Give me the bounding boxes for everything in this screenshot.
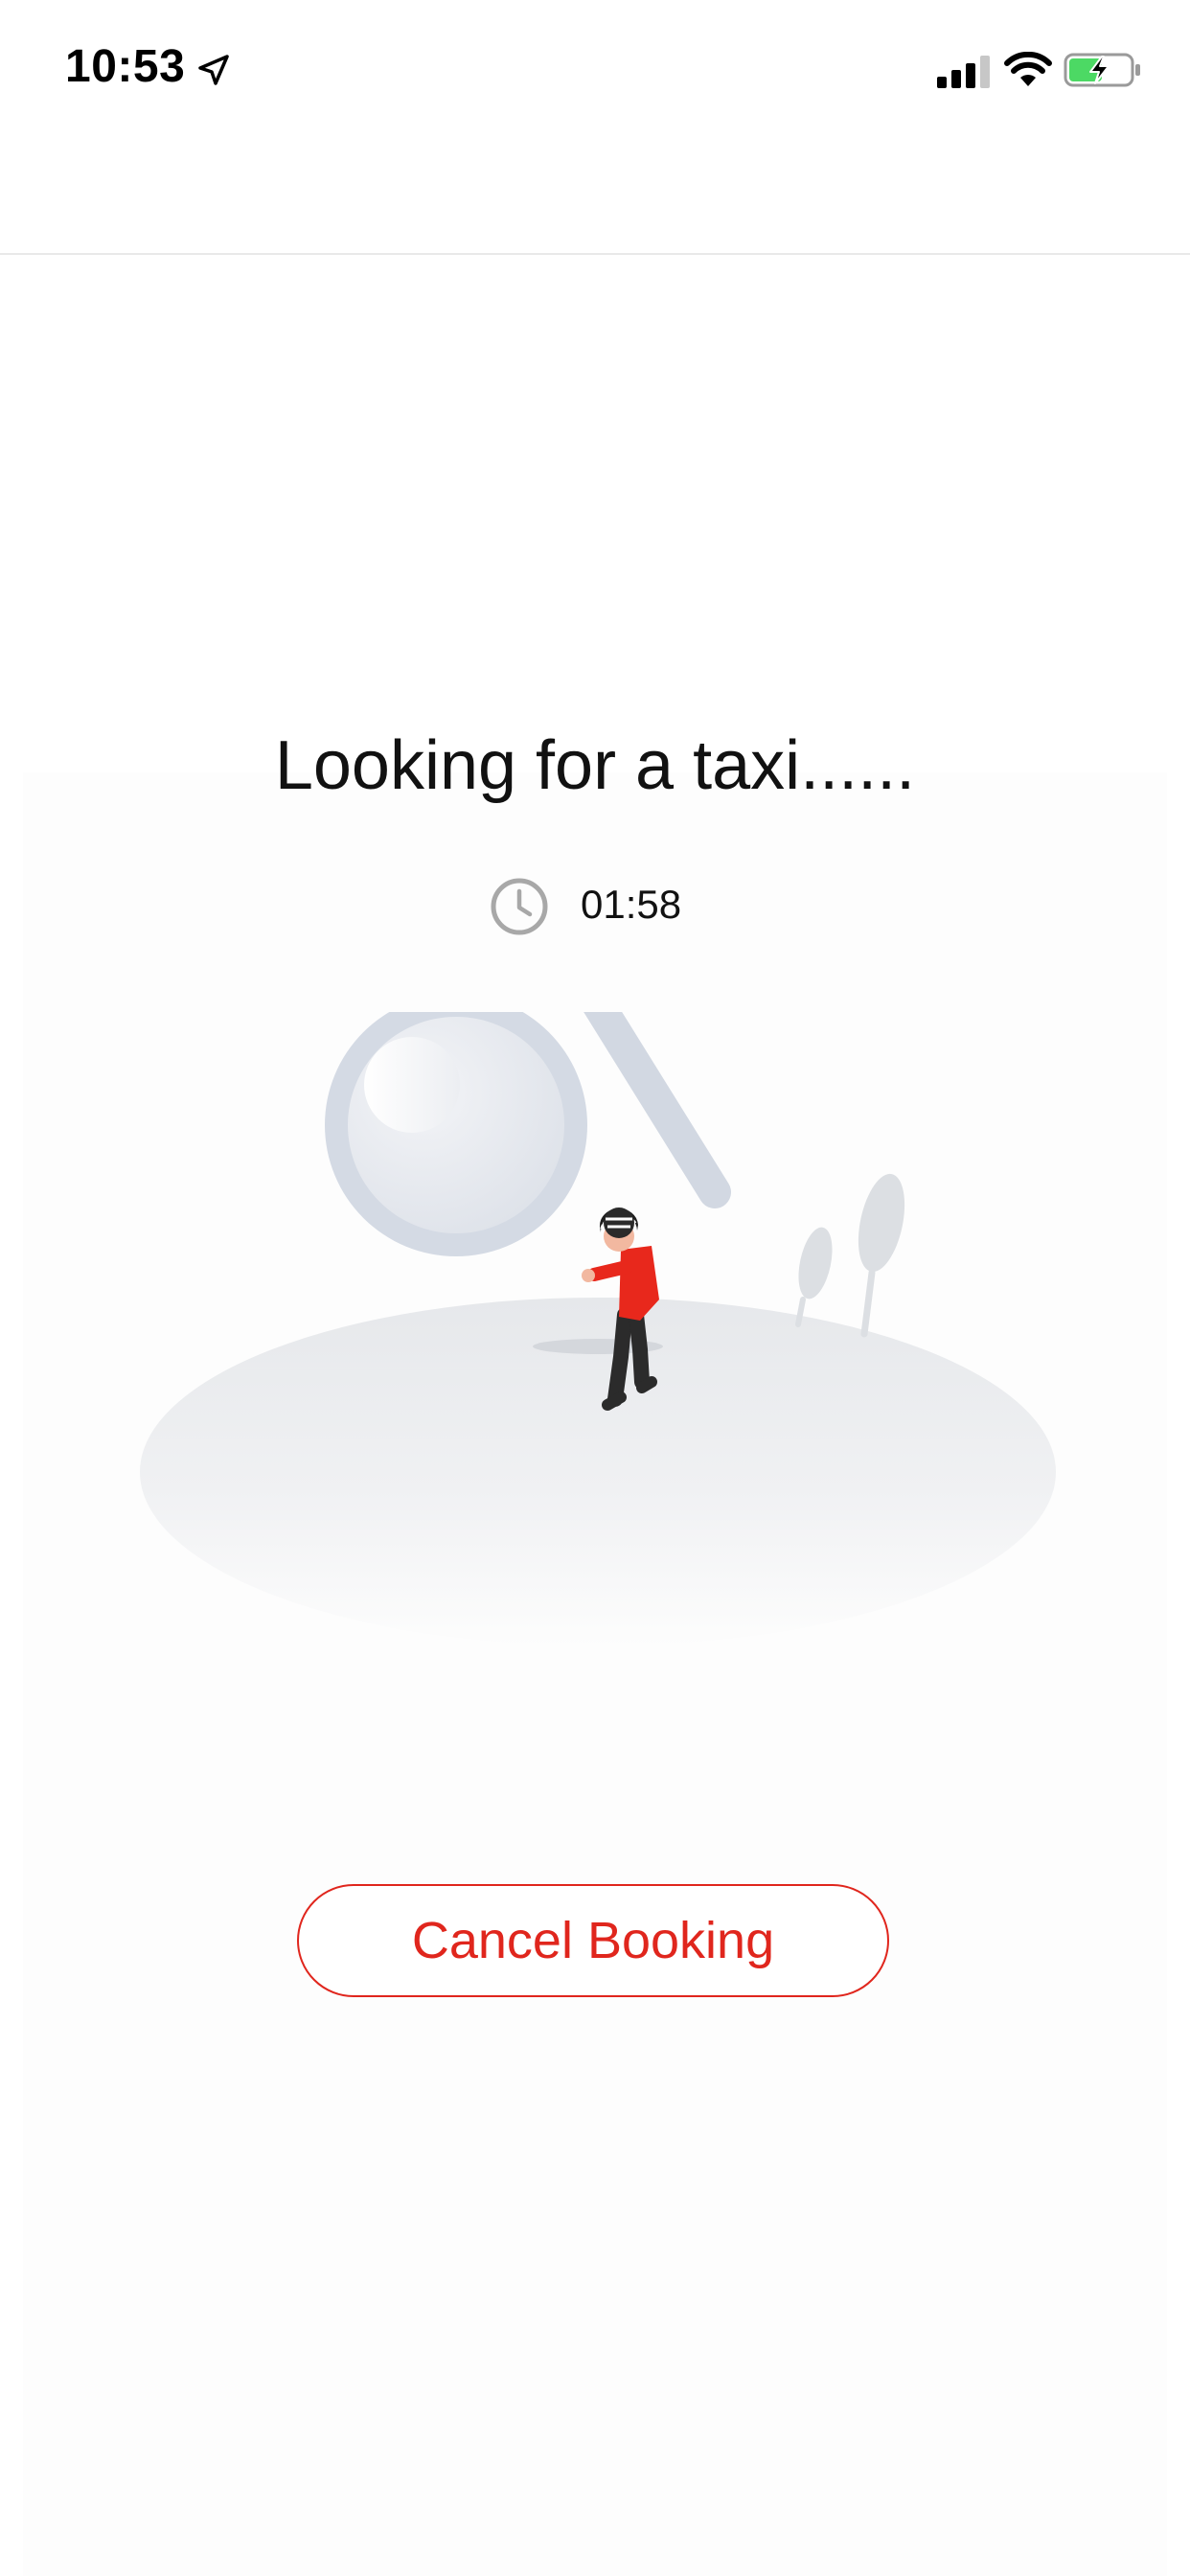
searching-title: Looking for a taxi...... [274, 727, 916, 804]
status-bar: 10:53 [0, 0, 1190, 144]
status-time: 10:53 [65, 41, 186, 92]
clock-icon [491, 878, 548, 935]
signal-icon [937, 56, 990, 88]
battery-charging-icon [1064, 53, 1140, 87]
location-arrow-icon [198, 55, 229, 85]
elapsed-timer: 01:58 [581, 882, 682, 927]
wifi-icon [1004, 52, 1052, 86]
tree-small [798, 1227, 833, 1300]
searching-illustration [140, 1012, 1056, 1646]
tree-large [858, 1173, 905, 1273]
timer-row: 01:58 [0, 868, 1190, 945]
tree-trunk-large [860, 1269, 876, 1338]
magnifier-shine [364, 1037, 460, 1133]
screen: 10:53 Looking for a taxi...... 01:58 Can… [0, 0, 1190, 2576]
content-area: Looking for a taxi...... 01:58 Cancel Bo… [0, 255, 1190, 2576]
cancel-booking-button[interactable]: Cancel Booking [297, 1884, 889, 1997]
navigation-bar [0, 144, 1190, 255]
